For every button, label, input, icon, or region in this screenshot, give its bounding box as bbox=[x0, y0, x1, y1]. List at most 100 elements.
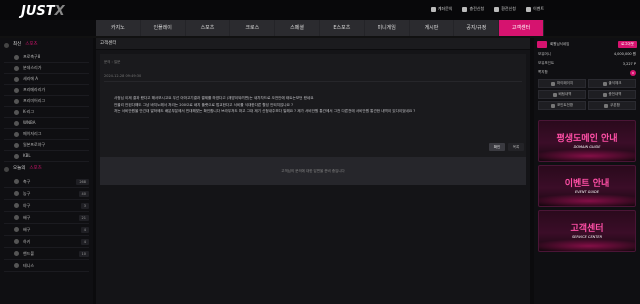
list-icon bbox=[552, 92, 557, 97]
hockey-icon bbox=[14, 239, 19, 244]
app-root: JUSTX 계좌문의 충전신청 환전신청 이벤트 카지노 인플레이 스포츠 크로… bbox=[0, 0, 640, 304]
main-content: 고객센터 문의 : 질문 2024-12-28 09:49:30 사정님 이제 … bbox=[96, 38, 530, 304]
sidebar-sport[interactable]: 축구 268 bbox=[4, 176, 89, 188]
count-badge: 10 bbox=[78, 250, 89, 257]
count-badge: 3 bbox=[80, 202, 89, 209]
nav-inplay[interactable]: 인플레이 bbox=[141, 20, 186, 36]
page-title: 고객센터 bbox=[96, 38, 530, 50]
nav-special[interactable]: 스페셜 bbox=[275, 20, 320, 36]
nav-sports[interactable]: 스포츠 bbox=[186, 20, 231, 36]
sidebar-sport[interactable]: 야구 3 bbox=[4, 200, 89, 212]
ball-icon bbox=[4, 42, 9, 48]
attendance-button[interactable]: 출석체크 bbox=[588, 79, 636, 88]
domain-guide-banner[interactable]: 평생도메인 안내 DOMAIN GUIDE bbox=[538, 120, 636, 162]
sidebar-league[interactable]: 메이저리그 bbox=[4, 129, 89, 140]
confirm-button[interactable]: 확인 bbox=[489, 143, 505, 151]
league-icon bbox=[14, 120, 19, 126]
divider bbox=[104, 81, 522, 82]
sidebar-heading-today: 오늘의 스포츠 bbox=[4, 164, 89, 174]
toplink-withdraw[interactable]: 환전신청 bbox=[494, 6, 516, 12]
banner-subtitle: DOMAIN GUIDE bbox=[573, 145, 601, 149]
nav-notice[interactable]: 공지/규정 bbox=[454, 20, 500, 36]
nav-board[interactable]: 게시판 bbox=[410, 20, 455, 36]
league-icon bbox=[14, 153, 19, 159]
nav-esports[interactable]: E스포츠 bbox=[320, 20, 365, 36]
user-icon bbox=[430, 6, 436, 12]
banner-subtitle: EVENT GUIDE bbox=[575, 190, 599, 194]
handball-icon bbox=[14, 251, 19, 256]
league-icon bbox=[14, 54, 19, 60]
coupon-icon bbox=[604, 103, 609, 108]
sidebar-sport[interactable]: 테니스 bbox=[4, 260, 89, 272]
sidebar-league[interactable]: 세리에 A bbox=[4, 74, 89, 85]
sidebar-sport[interactable]: 배구 21 bbox=[4, 212, 89, 224]
left-sidebar: 최신 스포츠 프로축구8 분데스리가 세리에 A 프리메라리가 프리미어리그 K-… bbox=[0, 38, 93, 304]
sidebar-league[interactable]: K-리그 bbox=[4, 107, 89, 118]
calendar-icon bbox=[602, 81, 607, 86]
sidebar-league[interactable]: 분데스리가 bbox=[4, 63, 89, 74]
inquiry-type: 문의 : 질문 bbox=[104, 60, 121, 64]
coupon-button[interactable]: 쿠폰함 bbox=[588, 101, 636, 110]
league-icon bbox=[14, 131, 19, 137]
sidebar-league[interactable]: WNBA bbox=[4, 118, 89, 129]
volleyball-icon bbox=[14, 215, 19, 220]
reply-box: 고객님의 문의에 대한 답변을 준비 중입니다 bbox=[100, 157, 526, 185]
sidebar-league[interactable]: 일본프로야구 bbox=[4, 140, 89, 151]
count-badge: 40 bbox=[78, 190, 89, 197]
sidebar-league[interactable]: 프로축구8 bbox=[4, 52, 89, 63]
sidebar-sport[interactable]: 농구 40 bbox=[4, 188, 89, 200]
banner-title: 고객센터 bbox=[570, 224, 604, 234]
logo[interactable]: JUSTX bbox=[21, 4, 65, 19]
service-center-banner[interactable]: 고객센터 SERVICE CENTER bbox=[538, 210, 636, 252]
banner-title: 이벤트 안내 bbox=[564, 179, 610, 189]
nav-minigame[interactable]: 미니게임 bbox=[365, 20, 410, 36]
toplink-event[interactable]: 이벤트 bbox=[525, 6, 544, 12]
mypage-button[interactable]: 마이페이지 bbox=[538, 79, 586, 88]
nav-casino[interactable]: 카지노 bbox=[96, 20, 141, 36]
count-badge: 4 bbox=[80, 238, 89, 245]
league-icon bbox=[14, 142, 19, 148]
count-badge: 21 bbox=[78, 214, 89, 221]
sidebar-league[interactable]: 프리미어리그 bbox=[4, 96, 89, 107]
sidebar-sport[interactable]: 핸드볼 10 bbox=[4, 248, 89, 260]
bet-history-button[interactable]: 배팅내역 bbox=[538, 90, 586, 99]
user-menu: 마이페이지 출석체크 배팅내역 충전내역 포인트전환 쿠폰함 bbox=[534, 77, 640, 112]
league-icon bbox=[14, 76, 19, 82]
sidebar-sport[interactable]: 하키 4 bbox=[4, 236, 89, 248]
toplink-deposit[interactable]: 충전신청 bbox=[462, 6, 484, 12]
volleyball-icon bbox=[14, 227, 19, 232]
banner-title: 평생도메인 안내 bbox=[556, 134, 618, 144]
withdraw-icon bbox=[494, 6, 500, 12]
main-nav: 카지노 인플레이 스포츠 크로스 스페셜 E스포츠 미니게임 게시판 공지/규정… bbox=[96, 20, 544, 36]
basketball-icon bbox=[14, 191, 19, 196]
inquiry-date: 2024-12-28 09:49:30 bbox=[104, 74, 142, 78]
list-button[interactable]: 목록 bbox=[508, 143, 524, 151]
messages-row[interactable]: 쪽지함 0 bbox=[534, 68, 640, 77]
sidebar-heading: 최신 스포츠 bbox=[4, 40, 89, 50]
sidebar-league[interactable]: KBL bbox=[4, 151, 89, 162]
logout-button[interactable]: 로그아웃 bbox=[618, 40, 637, 48]
message-count-badge: 0 bbox=[630, 69, 636, 76]
point-convert-button[interactable]: 포인트전환 bbox=[538, 101, 586, 110]
nav-cross[interactable]: 크로스 bbox=[230, 20, 276, 36]
sidebar-sport[interactable]: 배구 4 bbox=[4, 224, 89, 236]
league-icon bbox=[14, 98, 19, 104]
action-buttons: 확인 목록 bbox=[489, 143, 524, 151]
inquiry-panel: 문의 : 질문 2024-12-28 09:49:30 사정님 이제 결과 봤다… bbox=[100, 54, 526, 164]
count-badge: 4 bbox=[80, 226, 89, 233]
league-icon bbox=[14, 65, 19, 71]
league-icon bbox=[14, 87, 19, 93]
user-icon bbox=[550, 81, 555, 86]
avatar bbox=[537, 40, 547, 48]
toplink-account[interactable]: 계좌문의 bbox=[430, 6, 452, 12]
sidebar-league[interactable]: 프리메라리가 bbox=[4, 85, 89, 96]
banner-glow bbox=[539, 194, 635, 206]
balance-row: 보유머니 4,000,000 원 bbox=[538, 52, 636, 56]
deposit-history-button[interactable]: 충전내역 bbox=[588, 90, 636, 99]
nav-support[interactable]: 고객센터 bbox=[499, 20, 544, 36]
wallet-icon bbox=[602, 92, 607, 97]
soccer-icon bbox=[14, 179, 19, 184]
body-line: 안을리 안된다해도 그냥 바지노해서 처리는 200으로 쇄지 플랫으로 법교한… bbox=[114, 102, 294, 107]
count-badge: 268 bbox=[76, 178, 89, 185]
event-guide-banner[interactable]: 이벤트 안내 EVENT GUIDE bbox=[538, 165, 636, 207]
